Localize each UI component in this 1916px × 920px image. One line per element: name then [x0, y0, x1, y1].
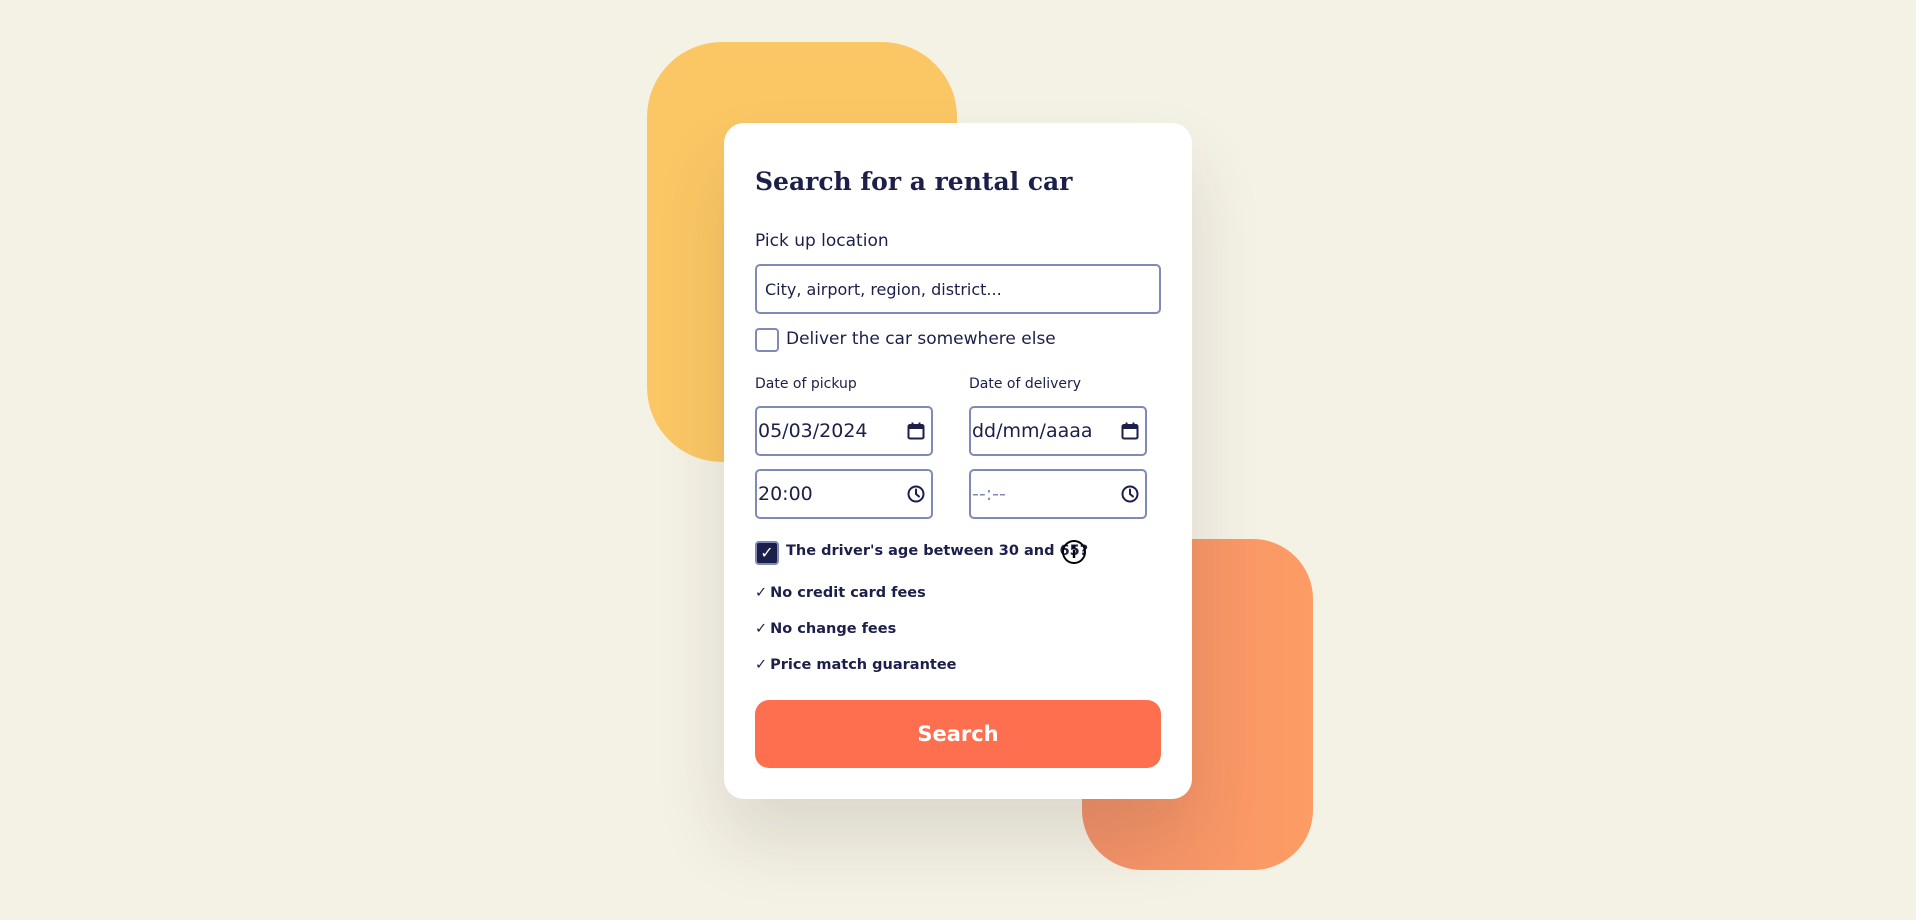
feature-text: No change fees — [770, 621, 897, 637]
delivery-date-input[interactable]: dd/mm/aaaa — [969, 406, 1147, 456]
pickup-time-value: 20:00 — [758, 483, 813, 505]
check-icon: ✓ — [755, 657, 768, 673]
pickup-date-input[interactable]: 05/03/2024 — [755, 406, 933, 456]
feature-item: ✓ Price match guarantee — [755, 657, 957, 673]
check-icon: ✓ — [755, 585, 768, 601]
search-button[interactable]: Search — [755, 700, 1161, 768]
driver-age-checkbox[interactable]: ✓ — [755, 541, 779, 565]
pickup-location-label: Pick up location — [755, 231, 889, 251]
driver-age-label[interactable]: The driver's age between 30 and 65? — [786, 543, 1088, 559]
delivery-time-placeholder: --:-- — [972, 483, 1006, 505]
calendar-icon[interactable] — [906, 421, 926, 441]
feature-text: Price match guarantee — [770, 657, 957, 673]
form-title: Search for a rental car — [755, 167, 1073, 196]
check-icon: ✓ — [755, 621, 768, 637]
feature-item: ✓ No change fees — [755, 621, 896, 637]
delivery-date-placeholder: dd/mm/aaaa — [972, 420, 1093, 442]
clock-icon[interactable] — [1120, 484, 1140, 504]
info-icon[interactable] — [1061, 539, 1087, 565]
rental-search-card: Search for a rental car Pick up location… — [724, 123, 1192, 799]
calendar-icon[interactable] — [1120, 421, 1140, 441]
pickup-date-value: 05/03/2024 — [758, 420, 868, 442]
deliver-elsewhere-checkbox[interactable] — [755, 328, 779, 352]
date-of-pickup-label: Date of pickup — [755, 376, 857, 392]
feature-text: No credit card fees — [770, 585, 926, 601]
delivery-time-input[interactable]: --:-- — [969, 469, 1147, 519]
pickup-time-input[interactable]: 20:00 — [755, 469, 933, 519]
deliver-elsewhere-label[interactable]: Deliver the car somewhere else — [786, 329, 1056, 349]
pickup-location-input[interactable] — [755, 264, 1161, 314]
date-of-delivery-label: Date of delivery — [969, 376, 1082, 392]
clock-icon[interactable] — [906, 484, 926, 504]
feature-item: ✓ No credit card fees — [755, 585, 926, 601]
